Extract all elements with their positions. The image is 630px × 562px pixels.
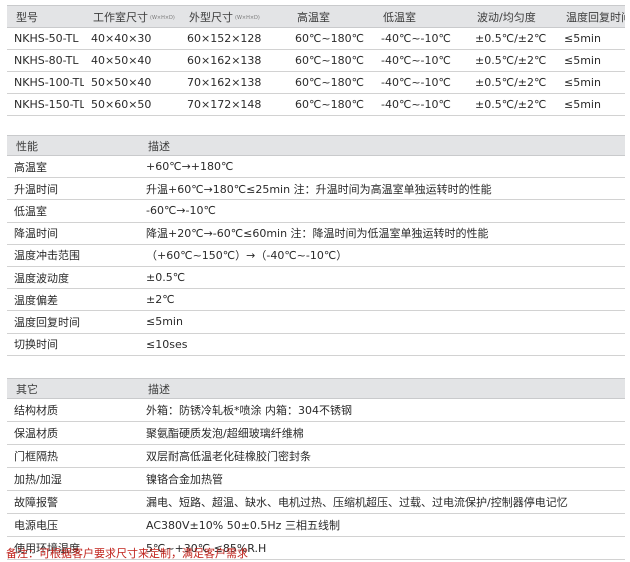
fluctuation-cell: ±0.5℃/±2℃	[475, 32, 547, 45]
spec-value: 镍铬合金加热管	[146, 473, 223, 486]
high-temp-cell: 60℃~180℃	[295, 54, 364, 67]
spec-value: 双层耐高低温老化硅橡胶门密封条	[146, 450, 311, 463]
performance-table-header: 性能 描述	[7, 135, 625, 156]
table-row: 温度偏差 ±2℃	[7, 289, 625, 312]
performance-table: 性能 描述 高温室 +60℃→+180℃ 升温时间 升温+60℃→180℃≤25mi…	[7, 135, 625, 356]
model-cell: NKHS-50-TL	[14, 32, 79, 45]
outer-size-cell: 70×162×138	[187, 76, 262, 89]
chamber-size-cell: 40×40×30	[91, 32, 152, 45]
low-temp-cell: -40℃~-10℃	[381, 32, 451, 45]
table-row: NKHS-100-TL 50×50×40 70×162×138 60℃~180℃…	[7, 72, 625, 94]
header-description: 描述	[148, 382, 170, 396]
table-row: 故障报警 漏电、短路、超温、缺水、电机过热、压缩机超压、过载、过电流保护/控制器停…	[7, 491, 625, 514]
table-row: 保温材质 聚氨酯硬质发泡/超细玻璃纤维棉	[7, 422, 625, 445]
table-row: 电源电压 AC380V±10% 50±0.5Hz 三相五线制	[7, 514, 625, 537]
spec-label: 温度冲击范围	[14, 249, 80, 263]
other-specs-table: 其它 描述 结构材质 外箱：防锈冷轧板*喷涂 内箱：304不锈钢 保温材质 聚氨酯硬…	[7, 378, 625, 560]
table-row: 结构材质 外箱：防锈冷轧板*喷涂 内箱：304不锈钢	[7, 399, 625, 422]
table-row: 门框隔热 双层耐高低温老化硅橡胶门密封条	[7, 445, 625, 468]
chamber-size-cell: 50×60×50	[91, 98, 152, 111]
model-spec-table: 型号 工作室尺寸 (W×H×D) 外型尺寸 (W×H×D) 高温室 低温室 波动/均…	[7, 5, 625, 116]
spec-value: +60℃→+180℃	[146, 160, 234, 174]
spec-value: 降温+20℃→-60℃≤60min 注：降温时间为低温室单独运转时的性能	[146, 227, 489, 241]
header-other: 其它	[16, 382, 38, 396]
spec-value: ≤5min	[146, 315, 183, 329]
model-cell: NKHS-100-TL	[14, 76, 84, 89]
spec-label: 温度偏差	[14, 293, 58, 307]
spec-label: 升温时间	[14, 182, 58, 196]
header-high-temp: 高温室	[297, 10, 330, 24]
header-chamber-size: 工作室尺寸 (W×H×D)	[93, 10, 175, 24]
header-description: 描述	[148, 139, 170, 153]
high-temp-cell: 60℃~180℃	[295, 32, 364, 45]
spec-value: 外箱：防锈冷轧板*喷涂 内箱：304不锈钢	[146, 404, 352, 417]
model-cell: NKHS-150-TL	[14, 98, 84, 111]
table-row: 低温室 -60℃→-10℃	[7, 200, 625, 223]
chamber-size-cell: 50×50×40	[91, 76, 152, 89]
high-temp-cell: 60℃~180℃	[295, 76, 364, 89]
recovery-cell: ≤5min	[564, 32, 601, 45]
fluctuation-cell: ±0.5℃/±2℃	[475, 98, 547, 111]
spec-value: 聚氨酯硬质发泡/超细玻璃纤维棉	[146, 427, 304, 440]
header-model: 型号	[16, 10, 38, 24]
table-row: 温度回复时间 ≤5min	[7, 311, 625, 334]
high-temp-cell: 60℃~180℃	[295, 98, 364, 111]
fluctuation-cell: ±0.5℃/±2℃	[475, 54, 547, 67]
spec-value: AC380V±10% 50±0.5Hz 三相五线制	[146, 519, 340, 532]
header-recovery-time: 温度回复时间	[566, 10, 625, 24]
spec-value: -60℃→-10℃	[146, 204, 216, 218]
spec-label: 降温时间	[14, 227, 58, 241]
table-row: 加热/加湿 镍铬合金加热管	[7, 468, 625, 491]
header-low-temp: 低温室	[383, 10, 416, 24]
outer-size-cell: 60×152×128	[187, 32, 262, 45]
spec-value: 升温+60℃→180℃≤25min 注：升温时间为高温室单独运转时的性能	[146, 182, 492, 196]
chamber-size-cell: 40×50×40	[91, 54, 152, 67]
spec-label: 温度回复时间	[14, 315, 80, 329]
table-row: 降温时间 降温+20℃→-60℃≤60min 注：降温时间为低温室单独运转时的性能	[7, 223, 625, 245]
header-outer-size: 外型尺寸 (W×H×D)	[189, 10, 260, 24]
other-table-header: 其它 描述	[7, 378, 625, 399]
spec-label: 温度波动度	[14, 271, 69, 285]
spec-label: 加热/加湿	[14, 473, 62, 486]
table-row: NKHS-50-TL 40×40×30 60×152×128 60℃~180℃ …	[7, 28, 625, 50]
fluctuation-cell: ±0.5℃/±2℃	[475, 76, 547, 89]
table-row: 温度波动度 ±0.5℃	[7, 267, 625, 290]
spec-value: ±2℃	[146, 293, 175, 307]
model-table-header: 型号 工作室尺寸 (W×H×D) 外型尺寸 (W×H×D) 高温室 低温室 波动/均…	[7, 5, 625, 28]
low-temp-cell: -40℃~-10℃	[381, 54, 451, 67]
recovery-cell: ≤5min	[564, 98, 601, 111]
spec-label: 高温室	[14, 160, 47, 174]
recovery-cell: ≤5min	[564, 54, 601, 67]
recovery-cell: ≤5min	[564, 76, 601, 89]
spec-label: 故障报警	[14, 496, 58, 509]
spec-label: 低温室	[14, 204, 47, 218]
header-performance: 性能	[16, 139, 38, 153]
table-row: 温度冲击范围 （+60℃~150℃）→（-40℃~-10℃）	[7, 245, 625, 267]
outer-size-cell: 70×172×148	[187, 98, 262, 111]
table-row: 高温室 +60℃→+180℃	[7, 156, 625, 179]
low-temp-cell: -40℃~-10℃	[381, 76, 451, 89]
spec-value: ≤10ses	[146, 337, 188, 351]
table-row: 切换时间 ≤10ses	[7, 334, 625, 356]
spec-label: 保温材质	[14, 427, 58, 440]
model-cell: NKHS-80-TL	[14, 54, 79, 67]
outer-size-cell: 60×162×138	[187, 54, 262, 67]
header-fluctuation: 波动/均匀度	[477, 10, 536, 24]
spec-label: 切换时间	[14, 338, 58, 352]
spec-value: 漏电、短路、超温、缺水、电机过热、压缩机超压、过载、过电流保护/控制器停电记忆	[146, 496, 568, 509]
spec-value: （+60℃~150℃）→（-40℃~-10℃）	[146, 249, 348, 263]
spec-label: 结构材质	[14, 404, 58, 417]
customization-note: 备注：可根据客户要求尺寸来定制，满足客户需求	[6, 547, 248, 560]
table-row: NKHS-150-TL 50×60×50 70×172×148 60℃~180℃…	[7, 94, 625, 116]
table-row: 升温时间 升温+60℃→180℃≤25min 注：升温时间为高温室单独运转时的性能	[7, 178, 625, 201]
spec-value: ±0.5℃	[146, 271, 186, 285]
spec-label: 电源电压	[14, 519, 58, 532]
low-temp-cell: -40℃~-10℃	[381, 98, 451, 111]
table-row: NKHS-80-TL 40×50×40 60×162×138 60℃~180℃ …	[7, 50, 625, 72]
spec-label: 门框隔热	[14, 450, 58, 463]
